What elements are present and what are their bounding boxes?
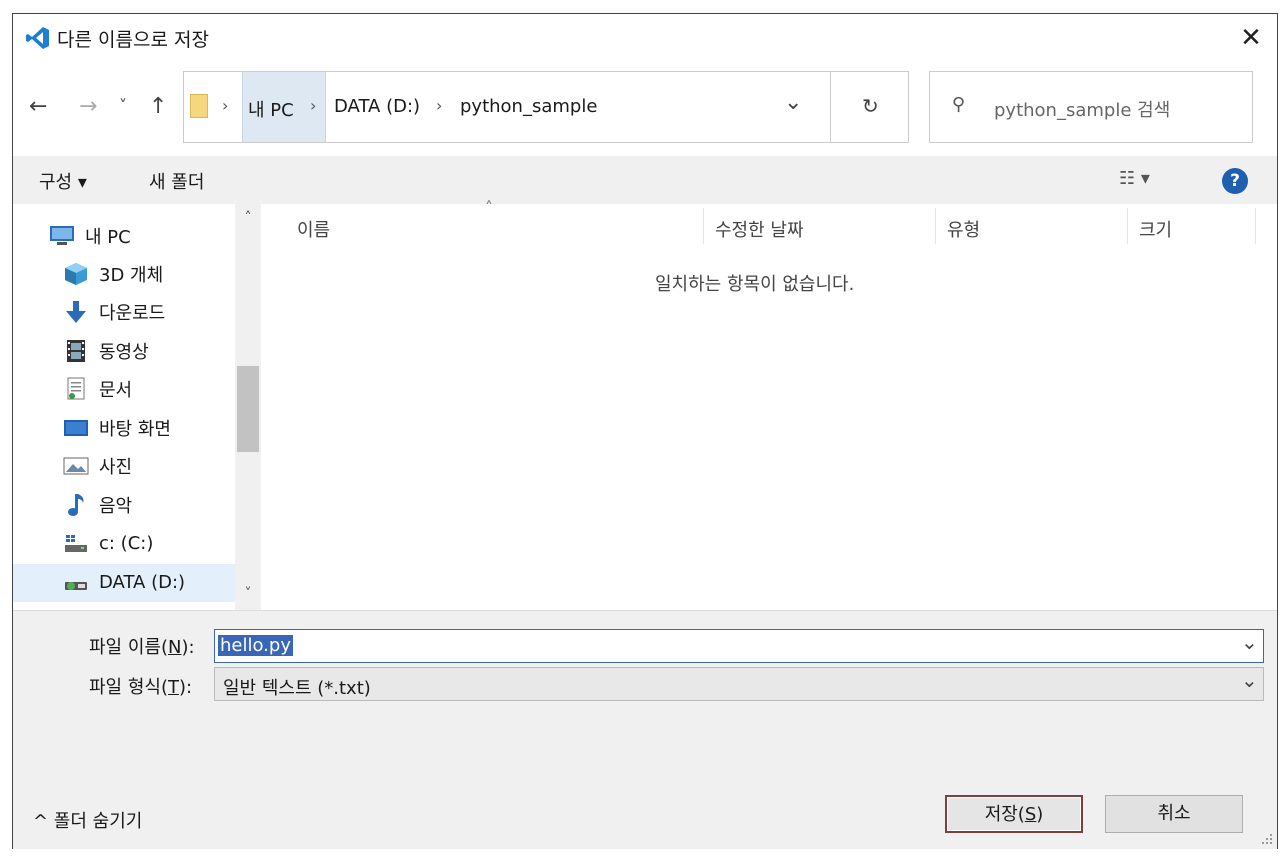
filetype-dropdown-icon[interactable]: ⌄ [1241,668,1258,692]
column-header-type[interactable]: 유형 [947,216,980,242]
breadcrumb-separator: › [222,96,229,115]
filename-label: 파일 이름(N): [89,637,195,658]
vscode-icon [26,27,49,49]
filetype-label: 파일 형식(T): [89,677,193,698]
sidebar-item-label: 동영상 [99,342,149,363]
picture-icon [63,454,89,478]
breadcrumb-separator[interactable]: › [310,96,316,115]
column-header-date-modified[interactable]: 수정한 날짜 [715,216,804,242]
column-divider[interactable] [703,208,704,244]
search-icon: ⚲ [952,94,966,115]
sidebar-item-my-pc[interactable]: 내 PC [49,218,131,254]
address-dropdown-icon[interactable]: ⌄ [784,90,802,115]
column-divider[interactable] [1255,208,1256,244]
resize-grip-icon[interactable] [1261,833,1273,845]
drive-icon [63,570,89,594]
sidebar-item-label: 바탕 화면 [99,419,171,440]
sidebar-item-c-drive[interactable]: c: (C:) [63,525,153,561]
sort-ascending-icon: ˄ [485,198,493,217]
folder-icon [190,94,208,118]
up-icon[interactable]: ↑ [149,94,167,119]
filetype-value: 일반 텍스트 (*.txt) [223,678,371,699]
filename-field[interactable]: hello.py ⌄ [214,629,1264,663]
new-folder-button[interactable]: 새 폴더 [149,168,204,194]
drive-icon [63,531,89,555]
sidebar-item-3d-objects[interactable]: 3D 개체 [63,256,163,292]
cancel-button[interactable]: 취소 [1105,795,1243,833]
sidebar-item-videos[interactable]: 동영상 [63,333,149,369]
sidebar-item-data-drive[interactable]: DATA (D:) [63,564,185,600]
search-box[interactable]: ⚲ python_sample 검색 [929,71,1253,143]
search-input[interactable]: python_sample 검색 [994,96,1170,122]
sidebar-item-documents[interactable]: 문서 [63,371,132,407]
filename-dropdown-icon[interactable]: ⌄ [1241,630,1258,654]
recent-locations-icon[interactable]: ˅ [119,96,127,115]
navigation-pane: 내 PC 3D 개체 다운로드 동영상 문서 바탕 화면 사진 음악 c: (C… [13,204,263,610]
view-options-icon[interactable]: ☷ ▾ [1119,168,1150,189]
toolbar: 구성 ▾ 새 폴더 ☷ ▾ ? [13,156,1277,204]
sidebar-item-label: 음악 [99,496,133,517]
title-bar: 다른 이름으로 저장 ✕ [13,14,1277,62]
help-icon[interactable]: ? [1222,168,1248,194]
sidebar-item-downloads[interactable]: 다운로드 [63,294,165,330]
address-divider [830,72,831,142]
filename-input[interactable]: hello.py [218,635,293,656]
back-icon[interactable]: ← [29,94,47,119]
breadcrumb-separator[interactable]: › [436,96,442,115]
sidebar-item-desktop[interactable]: 바탕 화면 [63,410,171,446]
sidebar-item-label: 사진 [99,457,133,478]
breadcrumb-data-drive[interactable]: DATA (D:) [334,96,420,117]
file-list: ˄ 이름 수정한 날짜 유형 크기 일치하는 항목이 없습니다. [263,198,1277,610]
scroll-down-icon[interactable]: ˅ [239,586,257,602]
cube-icon [63,262,89,286]
hide-folders-button[interactable]: ^ 폴더 숨기기 [33,807,142,833]
forward-icon[interactable]: → [79,94,97,119]
document-icon [63,377,89,401]
desktop-icon [63,416,89,440]
sidebar-item-label: 다운로드 [99,303,166,324]
organize-button[interactable]: 구성 ▾ [39,168,87,194]
refresh-icon[interactable]: ↻ [862,94,879,118]
music-icon [63,493,89,517]
column-header-size[interactable]: 크기 [1139,216,1172,242]
sidebar-item-pictures[interactable]: 사진 [63,448,132,484]
sidebar-item-label: 3D 개체 [99,265,164,286]
sidebar-item-label: DATA (D:) [99,571,186,593]
scroll-up-icon[interactable]: ˄ [239,210,257,226]
address-bar[interactable]: › 내 PC › DATA (D:) › python_sample ⌄ ↻ [183,71,909,143]
close-button[interactable]: ✕ [1231,18,1271,58]
sidebar-item-label: 내 PC [85,227,131,248]
column-header-name[interactable]: 이름 [297,216,330,242]
window-title: 다른 이름으로 저장 [57,29,209,51]
sidebar-item-label: c: (C:) [99,532,154,554]
sidebar-scroll-thumb[interactable] [237,366,259,452]
film-icon [63,339,89,363]
empty-message: 일치하는 항목이 없습니다. [655,274,855,295]
filetype-select[interactable]: 일반 텍스트 (*.txt) ⌄ [214,667,1264,701]
save-form: 파일 이름(N): hello.py ⌄ 파일 형식(T): 일반 텍스트 (*… [13,610,1277,849]
download-icon [63,300,89,324]
save-button[interactable]: 저장(S) [945,795,1083,833]
column-divider[interactable] [935,208,936,244]
computer-icon [49,224,75,248]
column-divider[interactable] [1127,208,1128,244]
sidebar-item-music[interactable]: 음악 [63,487,132,523]
sidebar-item-label: 문서 [99,380,133,401]
breadcrumb-python-sample[interactable]: python_sample [460,96,597,117]
breadcrumb-my-pc[interactable]: 내 PC [248,96,294,122]
save-as-dialog: 다른 이름으로 저장 ✕ ← → ˅ ↑ › 내 PC › DATA (D:) … [12,13,1278,849]
